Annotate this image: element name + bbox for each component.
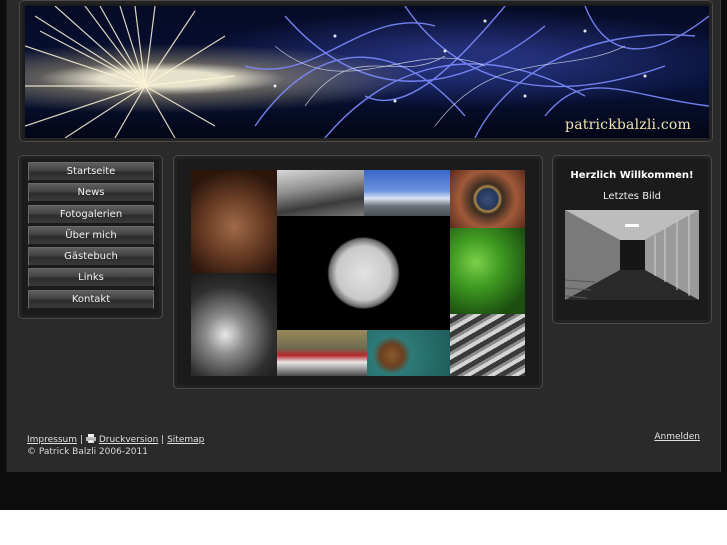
footer-separator: |: [79, 435, 83, 445]
printer-icon[interactable]: [85, 434, 96, 443]
impressum-link[interactable]: Impressum: [27, 435, 77, 445]
photo-mosaic: [191, 170, 525, 376]
gallery-tile-wood-grain[interactable]: [450, 314, 525, 376]
footer-links: Impressum | Druckversion | Sitemap: [27, 434, 204, 445]
latest-image-thumbnail[interactable]: [565, 210, 699, 300]
welcome-title: Herzlich Willkommen!: [570, 170, 694, 181]
fireworks-banner: patrickbalzli.com: [25, 6, 709, 138]
footer-separator: |: [161, 435, 165, 445]
gallery-tile-train[interactable]: [277, 170, 364, 216]
nav-item-startseite[interactable]: Startseite: [28, 162, 154, 181]
gallery-tile-full-moon[interactable]: [277, 216, 450, 330]
site-name: patrickbalzli.com: [565, 117, 691, 133]
welcome-panel: Herzlich Willkommen! Letztes Bild: [552, 155, 712, 324]
nav-item-links[interactable]: Links: [28, 268, 154, 288]
gallery-tile-krampus-mask[interactable]: [191, 170, 277, 273]
gallery-tile-mountains[interactable]: [364, 170, 450, 216]
corridor-photo: [565, 210, 699, 300]
print-version-link[interactable]: Druckversion: [99, 435, 158, 445]
sitemap-link[interactable]: Sitemap: [167, 435, 204, 445]
gallery-panel: [173, 155, 543, 389]
gallery-tile-bears-in-water[interactable]: [367, 330, 450, 376]
gallery-tile-red-classic-car[interactable]: [277, 330, 367, 376]
site-frame: patrickbalzli.com Startseite News Fotoga…: [6, 0, 721, 472]
nav-item-kontakt[interactable]: Kontakt: [28, 289, 154, 309]
nav-item-gaestebuch[interactable]: Gästebuch: [28, 247, 154, 267]
gallery-tile-water-splash[interactable]: [191, 273, 277, 376]
latest-image-label: Letztes Bild: [603, 191, 661, 202]
navigation-panel: Startseite News Fotogalerien Über mich G…: [18, 155, 163, 319]
header: patrickbalzli.com: [19, 0, 713, 142]
main-navigation: Startseite News Fotogalerien Über mich G…: [28, 162, 154, 311]
gallery-tile-astronomical-clock[interactable]: [450, 170, 525, 228]
gallery-tile-green-leaves[interactable]: [450, 228, 525, 314]
nav-item-news[interactable]: News: [28, 183, 154, 203]
login-link[interactable]: Anmelden: [654, 432, 700, 442]
nav-item-ueber-mich[interactable]: Über mich: [28, 225, 154, 245]
copyright: © Patrick Balzli 2006-2011: [27, 447, 148, 457]
nav-item-fotogalerien[interactable]: Fotogalerien: [28, 204, 154, 224]
